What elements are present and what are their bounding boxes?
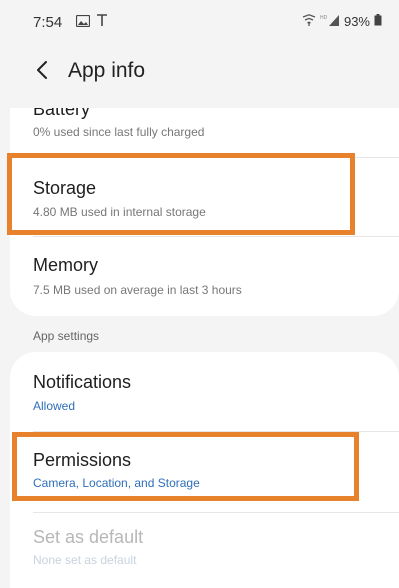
notifications-subtitle: Allowed: [33, 399, 76, 413]
notifications-title: Notifications: [33, 372, 132, 392]
image-icon: [75, 14, 91, 32]
list-item-notifications[interactable]: Notifications Allowed: [10, 352, 399, 430]
status-bar: 7:54 HD 93%: [0, 0, 399, 44]
battery-title: Battery: [33, 108, 91, 119]
chevron-left-icon: [36, 60, 48, 84]
list-item-permissions[interactable]: Permissions Camera, Location, and Storag…: [10, 432, 399, 510]
battery-subtitle: 0% used since last fully charged: [33, 125, 205, 139]
list-item-battery[interactable]: Battery 0% used since last fully charged: [10, 108, 399, 154]
permissions-subtitle: Camera, Location, and Storage: [33, 476, 200, 490]
app-settings-card: Notifications Allowed Permissions Camera…: [10, 352, 399, 588]
storage-title: Storage: [33, 178, 97, 198]
signal-icon: HD: [320, 14, 340, 29]
set-as-default-subtitle: None set as default: [33, 553, 137, 567]
battery-percent: 93%: [343, 14, 370, 29]
list-item-memory[interactable]: Memory 7.5 MB used on average in last 3 …: [10, 237, 399, 315]
list-item-set-as-default: Set as default None set as default: [10, 513, 399, 587]
list-item-storage[interactable]: Storage 4.80 MB used in internal storage: [10, 158, 399, 236]
wifi-icon: [302, 14, 316, 29]
app-info-screen: 7:54 HD 93% App info Battery 0% used sin…: [0, 0, 399, 588]
memory-title: Memory: [33, 255, 99, 275]
memory-subtitle: 7.5 MB used on average in last 3 hours: [33, 283, 242, 297]
notification-icon: [96, 14, 108, 32]
details-card: Battery 0% used since last fully charged…: [10, 108, 399, 316]
svg-text:HD: HD: [320, 15, 328, 21]
app-bar: App info: [0, 44, 399, 100]
status-left-icons: [75, 14, 108, 32]
set-as-default-title: Set as default: [33, 527, 144, 547]
section-header-app-settings: App settings: [33, 329, 100, 343]
status-right-icons: HD 93%: [302, 14, 382, 29]
battery-icon: [374, 14, 382, 29]
status-time: 7:54: [33, 14, 63, 31]
back-button[interactable]: [24, 54, 60, 90]
permissions-title: Permissions: [33, 450, 132, 470]
storage-subtitle: 4.80 MB used in internal storage: [33, 205, 206, 219]
page-title: App info: [68, 59, 146, 82]
